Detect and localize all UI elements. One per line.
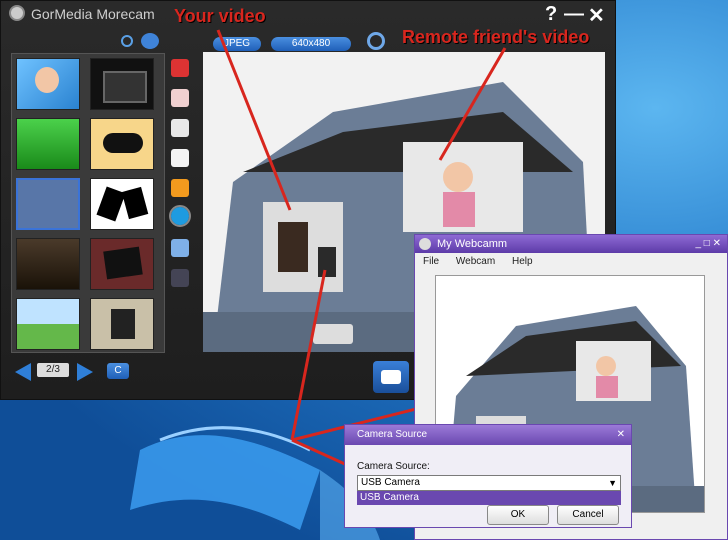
selected-camera: USB Camera	[361, 477, 420, 488]
dialog-title: Camera Source	[357, 429, 428, 440]
menu-help[interactable]: Help	[512, 256, 533, 267]
dialog-close-button[interactable]: ✕	[617, 425, 625, 445]
menu-webcam[interactable]: Webcam	[456, 256, 495, 267]
dialog-titlebar: Camera Source ✕	[345, 425, 631, 445]
webcam-icon	[419, 238, 431, 250]
ok-button[interactable]: OK	[487, 505, 549, 525]
webcam-menubar: File Webcam Help	[415, 253, 727, 271]
webcam-window-title: My Webcamm	[437, 238, 508, 250]
cancel-button[interactable]: Cancel	[557, 505, 619, 525]
chevron-down-icon[interactable]: ▼	[608, 476, 617, 490]
camera-source-dialog: Camera Source ✕ Camera Source: USB Camer…	[344, 424, 632, 528]
remote-video-callout: Remote friend's video	[402, 27, 590, 47]
your-video-callout: Your video	[174, 6, 266, 26]
window-controls[interactable]: _ □ ✕	[695, 235, 721, 253]
camera-source-label: Camera Source:	[357, 461, 430, 472]
webcam-titlebar: My Webcamm _ □ ✕	[415, 235, 727, 253]
camera-source-select[interactable]: USB Camera ▼	[357, 475, 621, 491]
menu-file[interactable]: File	[423, 256, 439, 267]
camera-option[interactable]: USB Camera	[357, 491, 621, 505]
